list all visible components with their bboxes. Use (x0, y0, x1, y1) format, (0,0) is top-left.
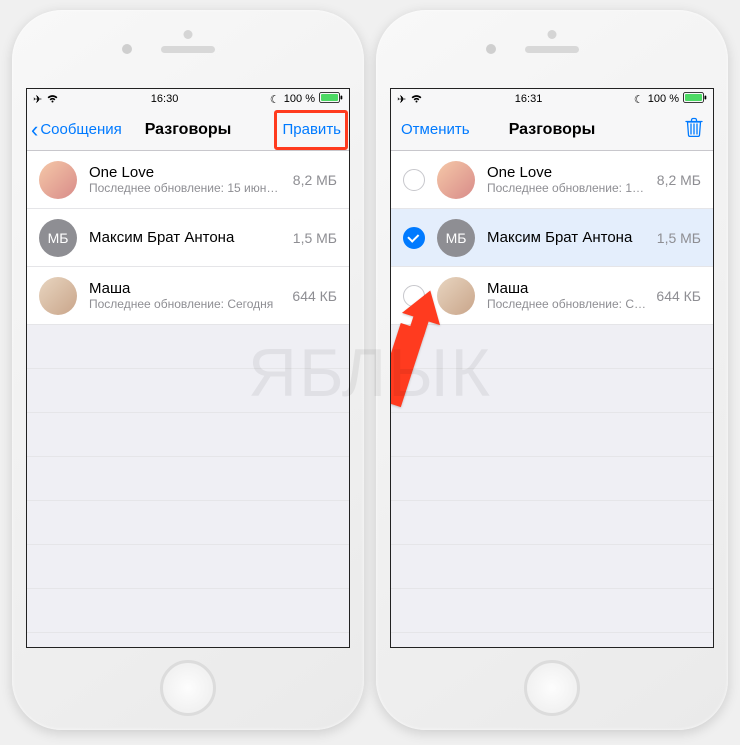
status-time: 16:30 (151, 93, 179, 105)
item-name: One Love (89, 164, 285, 181)
phone-right: ✈︎ 16:31 ☾ 100 % (376, 10, 728, 730)
item-size: 8,2 МБ (657, 172, 701, 188)
airplane-icon: ✈︎ (397, 93, 406, 106)
nav-bar: ‹ Сообщения Разговоры Править (27, 109, 349, 151)
battery-icon (319, 92, 343, 106)
battery-pct: 100 % (648, 93, 679, 105)
wifi-icon (410, 93, 423, 106)
item-name: Маша (89, 280, 284, 297)
item-subtitle: Последнее обновление: Сегодня (89, 297, 284, 311)
item-size: 644 КБ (656, 288, 701, 304)
nav-bar: Отменить Разговоры (391, 109, 713, 151)
edit-button[interactable]: Править (283, 109, 342, 150)
nav-title: Разговоры (145, 121, 232, 139)
cancel-button[interactable]: Отменить (401, 109, 470, 150)
item-subtitle: Последнее обновление: 15 июня 201.. (89, 181, 285, 195)
item-name: Максим Брат Антона (487, 229, 649, 246)
dnd-icon: ☾ (270, 93, 280, 106)
list-item[interactable]: One Love Последнее обновление: 15 июня 2… (27, 151, 349, 209)
status-bar: ✈︎ 16:30 ☾ 100 % (27, 89, 349, 109)
avatar: МБ (39, 219, 77, 257)
item-size: 1,5 МБ (293, 230, 337, 246)
edit-label: Править (283, 121, 342, 138)
home-button[interactable] (160, 660, 216, 716)
item-size: 8,2 МБ (293, 172, 337, 188)
battery-pct: 100 % (284, 93, 315, 105)
item-size: 1,5 МБ (657, 230, 701, 246)
airplane-icon: ✈︎ (33, 93, 42, 106)
status-time: 16:31 (515, 93, 543, 105)
list-item[interactable]: Маша Последнее обновление: Сегодня 644 К… (27, 267, 349, 325)
screen-right: ✈︎ 16:31 ☾ 100 % (390, 88, 714, 648)
screen-left: ✈︎ 16:30 ☾ 100 % (26, 88, 350, 648)
list-item[interactable]: МБ Максим Брат Антона 1,5 МБ (391, 209, 713, 267)
item-size: 644 КБ (292, 288, 337, 304)
avatar (437, 161, 475, 199)
avatar: МБ (437, 219, 475, 257)
cancel-label: Отменить (401, 121, 470, 138)
status-bar: ✈︎ 16:31 ☾ 100 % (391, 89, 713, 109)
avatar (437, 277, 475, 315)
conversation-list-editing: One Love Последнее обновление: 15 июн.. … (391, 151, 713, 325)
item-name: One Love (487, 164, 649, 181)
battery-icon (683, 92, 707, 106)
chevron-left-icon: ‹ (31, 119, 38, 141)
avatar (39, 161, 77, 199)
empty-area (391, 325, 713, 647)
list-item[interactable]: Маша Последнее обновление: Сегодня 644 К… (391, 267, 713, 325)
select-radio[interactable] (403, 285, 425, 307)
conversation-list: One Love Последнее обновление: 15 июня 2… (27, 151, 349, 325)
list-item[interactable]: One Love Последнее обновление: 15 июн.. … (391, 151, 713, 209)
select-radio[interactable] (403, 227, 425, 249)
list-item[interactable]: МБ Максим Брат Антона 1,5 МБ (27, 209, 349, 267)
item-name: Максим Брат Антона (89, 229, 285, 246)
item-subtitle: Последнее обновление: 15 июн.. (487, 181, 649, 195)
trash-icon (685, 117, 703, 142)
back-label: Сообщения (40, 121, 121, 138)
item-name: Маша (487, 280, 648, 297)
phone-left: ✈︎ 16:30 ☾ 100 % (12, 10, 364, 730)
select-radio[interactable] (403, 169, 425, 191)
empty-area (27, 325, 349, 647)
dnd-icon: ☾ (634, 93, 644, 106)
home-button[interactable] (524, 660, 580, 716)
nav-title: Разговоры (509, 121, 596, 139)
delete-button[interactable] (685, 109, 703, 150)
wifi-icon (46, 93, 59, 106)
back-button[interactable]: ‹ Сообщения (31, 109, 122, 150)
item-subtitle: Последнее обновление: Сегодня (487, 297, 648, 311)
avatar (39, 277, 77, 315)
